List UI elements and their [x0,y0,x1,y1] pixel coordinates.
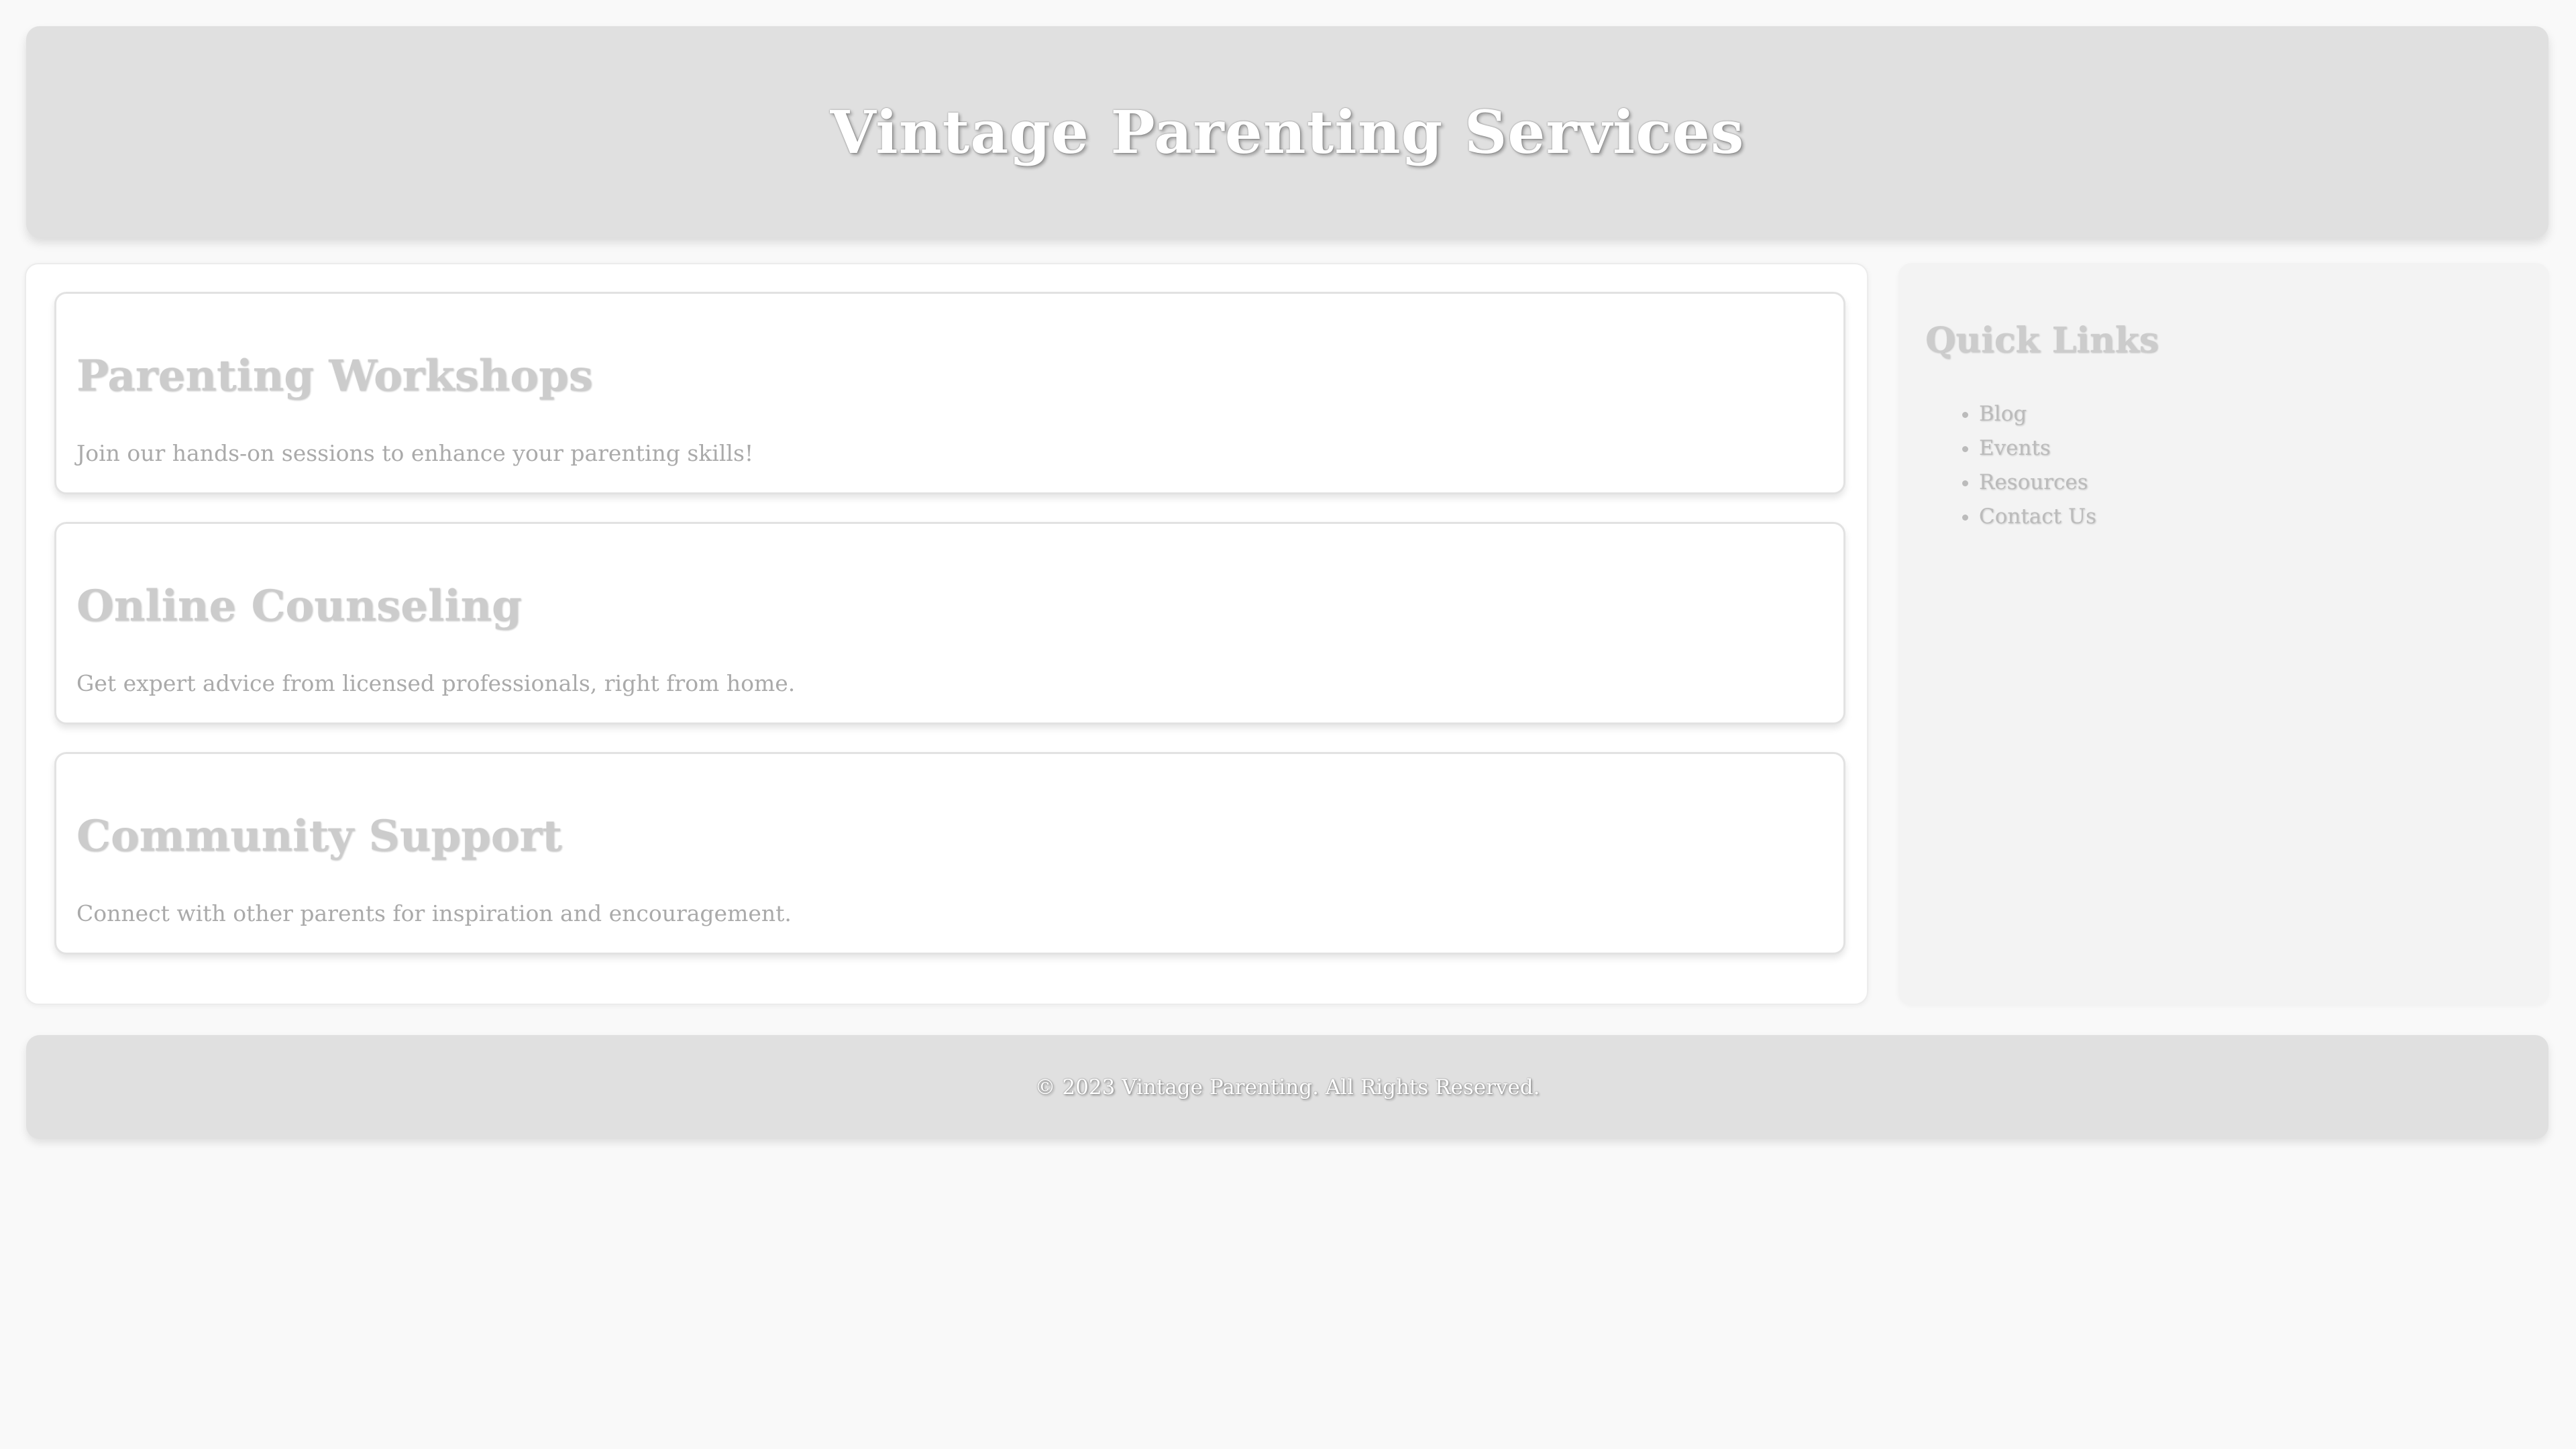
quick-link-resources[interactable]: Resources [1979,466,2096,500]
service-card-online-counseling: Online Counseling Get expert advice from… [54,522,1845,724]
quick-link-label[interactable]: Contact Us [1979,504,2096,529]
quick-link-label[interactable]: Resources [1979,470,2088,494]
quick-link-contact-us[interactable]: Contact Us [1979,500,2096,534]
service-card-description: Get expert advice from licensed professi… [76,670,796,696]
quick-link-label[interactable]: Events [1979,436,2051,460]
services-panel: Parenting Workshops Join our hands-on se… [25,263,1868,1005]
site-title: Vintage Parenting Services [830,97,1745,167]
quick-link-events[interactable]: Events [1979,431,2096,466]
site-header: Vintage Parenting Services [26,26,2548,237]
service-card-parenting-workshops: Parenting Workshops Join our hands-on se… [54,292,1845,494]
service-card-description: Connect with other parents for inspirati… [76,900,792,926]
service-card-title: Parenting Workshops [76,351,593,401]
service-card-community-support: Community Support Connect with other par… [54,752,1845,955]
quick-link-label[interactable]: Blog [1979,402,2027,426]
copyright-text: © 2023 Vintage Parenting. All Rights Res… [1034,1075,1540,1099]
service-card-title: Online Counseling [76,581,522,631]
sidebar-title: Quick Links [1925,320,2159,361]
service-card-description: Join our hands-on sessions to enhance yo… [76,440,754,466]
quick-links-sidebar: Quick Links Blog Events Resources Contac… [1898,263,2549,1005]
quick-link-blog[interactable]: Blog [1979,397,2096,431]
site-footer: © 2023 Vintage Parenting. All Rights Res… [26,1035,2548,1139]
quick-links-list: Blog Events Resources Contact Us [1979,397,2096,534]
service-card-title: Community Support [76,811,562,861]
